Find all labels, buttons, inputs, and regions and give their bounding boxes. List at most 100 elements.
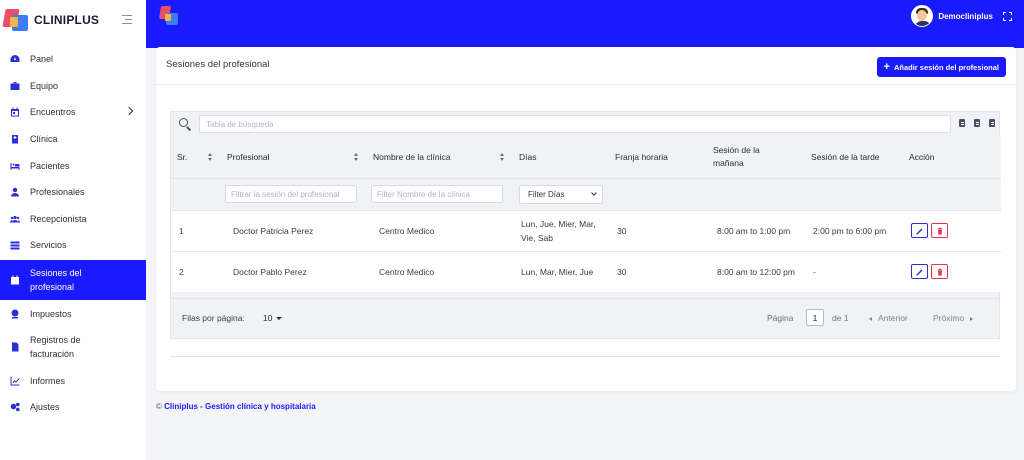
header-band xyxy=(146,34,1024,48)
delete-button[interactable] xyxy=(931,264,948,280)
sidebar-item-equipo[interactable]: Equipo xyxy=(0,73,146,100)
export-pdf-icon[interactable] xyxy=(974,119,980,127)
sort-icon[interactable] xyxy=(354,153,359,161)
chevron-down-icon xyxy=(591,189,597,196)
rows-per-page-select[interactable]: 10 xyxy=(263,313,283,323)
cell-clinic: Centro Medico xyxy=(367,209,513,251)
rows-per-page-label: Filas por página: xyxy=(182,313,245,323)
sidebar-item-impuestos[interactable]: Impuestos xyxy=(0,301,146,328)
plus-icon: + xyxy=(883,60,890,73)
page-count: de 1 xyxy=(832,313,849,323)
sidebar-item-ajustes[interactable]: Ajustes xyxy=(0,394,146,421)
next-page-button[interactable]: Próximo xyxy=(933,313,974,323)
users-icon xyxy=(10,214,20,224)
chart-line-icon xyxy=(10,376,20,386)
page-label: Página xyxy=(767,313,794,323)
filter-days-select[interactable]: Filter Días xyxy=(519,184,603,204)
card-header: Sesiones del profesional + Añadir sesión… xyxy=(156,47,1016,85)
sidebar-item-label: Informes xyxy=(30,375,66,386)
cell-morning: 8:00 am to 12:00 pm xyxy=(707,250,805,292)
sidebar-item-panel[interactable]: Panel xyxy=(0,46,146,73)
pencil-icon xyxy=(916,228,922,234)
calendar-session-icon xyxy=(10,275,20,285)
footer-link[interactable]: Cliniplus - Gestión clínica y hospitalar… xyxy=(164,402,316,411)
cell-professional: Doctor Pablo Perez xyxy=(221,250,367,292)
column-header-morning: Sesión de la mañana xyxy=(707,136,805,178)
sidebar-item-profesionales[interactable]: Profesionales xyxy=(0,179,146,206)
sidebar-item-sesiones[interactable]: Sesiones del profesional xyxy=(0,259,146,300)
column-header-action: Acción xyxy=(903,136,1001,178)
sidebar-item-facturacion[interactable]: Registros de facturación xyxy=(0,327,146,367)
add-session-button[interactable]: + Añadir sesión del profesional xyxy=(876,57,1006,77)
cell-sr: 1 xyxy=(171,209,221,251)
sidebar-item-label: Panel xyxy=(30,54,54,65)
brand[interactable]: CLINIPLUS xyxy=(0,0,146,40)
filter-professional-input[interactable] xyxy=(225,185,357,203)
fullscreen-icon[interactable] xyxy=(1003,11,1012,21)
column-header-evening: Sesión de la tarde xyxy=(805,136,903,178)
pencil-icon xyxy=(916,269,922,276)
data-table: Sr. Profesional Nombre de la clínica Día… xyxy=(171,136,1001,292)
chevron-right-icon xyxy=(124,106,134,116)
previous-page-button[interactable]: Anterior xyxy=(869,313,908,323)
delete-button[interactable] xyxy=(931,223,948,238)
cell-slot: 30 xyxy=(609,209,707,251)
trash-icon xyxy=(937,268,942,276)
briefcase-icon xyxy=(10,81,20,91)
sidebar-item-servicios[interactable]: Servicios xyxy=(0,232,146,259)
column-header-slot: Franja horaria xyxy=(609,136,707,178)
cliniplus-logo-icon[interactable] xyxy=(158,5,182,29)
username[interactable]: Democliniplus xyxy=(938,12,993,21)
main-card: Sesiones del profesional + Añadir sesión… xyxy=(156,47,1016,391)
sidebar-item-encuentros[interactable]: Encuentros xyxy=(0,99,146,126)
sidebar-nav: Panel Equipo Encuentros Clínica Paciente… xyxy=(0,46,146,421)
add-session-label: Añadir sesión del profesional xyxy=(893,62,999,72)
brand-name: CLINIPLUS xyxy=(34,13,100,27)
export-buttons xyxy=(959,119,995,127)
header-row: Sr. Profesional Nombre de la clínica Día… xyxy=(171,136,1001,178)
dashboard-icon xyxy=(10,54,20,64)
edit-button[interactable] xyxy=(911,264,928,280)
column-header-sr[interactable]: Sr. xyxy=(171,136,221,178)
sidebar-item-clinica[interactable]: Clínica xyxy=(0,126,146,153)
export-excel-icon[interactable] xyxy=(989,119,995,127)
search-input[interactable] xyxy=(199,115,951,133)
cell-action xyxy=(903,250,1001,292)
export-csv-icon[interactable] xyxy=(959,119,965,127)
cell-action xyxy=(903,209,1001,251)
page-number-input[interactable] xyxy=(806,309,824,326)
column-header-clinic[interactable]: Nombre de la clínica xyxy=(367,136,513,178)
search-icon xyxy=(179,118,192,131)
filter-clinic-input[interactable] xyxy=(371,185,503,203)
cell-professional: Doctor Patricia Perez xyxy=(221,209,367,251)
cell-sr: 2 xyxy=(171,250,221,292)
top-bar: Democliniplus xyxy=(146,0,1024,34)
gears-icon xyxy=(10,402,20,412)
cell-days: Lun, Mar, Mier, Jue xyxy=(513,250,609,292)
arrow-right-icon xyxy=(970,316,974,321)
sidebar-item-label: Profesionales xyxy=(30,187,85,198)
arrow-left-icon xyxy=(869,316,872,321)
edit-button[interactable] xyxy=(911,223,928,238)
column-header-professional[interactable]: Profesional xyxy=(221,136,367,178)
sidebar-item-informes[interactable]: Informes xyxy=(0,367,146,394)
invoice-icon xyxy=(10,342,20,352)
sidebar-item-label: Equipo xyxy=(30,80,59,91)
sort-icon[interactable] xyxy=(208,153,213,161)
avatar[interactable] xyxy=(911,5,934,27)
divider xyxy=(170,356,1000,357)
sidebar-item-label: Registros de facturación xyxy=(30,335,81,360)
search-row xyxy=(171,112,999,136)
caret-down-icon xyxy=(276,317,283,321)
sort-icon[interactable] xyxy=(500,153,505,161)
table-row: 2 Doctor Pablo Perez Centro Medico Lun, … xyxy=(171,250,1001,292)
sidebar-item-recepcionista[interactable]: Recepcionista xyxy=(0,206,146,233)
calendar-icon xyxy=(10,107,20,117)
sidebar-item-pacientes[interactable]: Pacientes xyxy=(0,152,146,179)
user-menu[interactable]: Democliniplus xyxy=(911,5,1012,27)
sidebar-item-label: Recepcionista xyxy=(30,213,87,224)
menu-toggle-icon[interactable] xyxy=(122,15,132,24)
patient-bed-icon xyxy=(10,161,20,171)
sidebar-item-label: Impuestos xyxy=(30,309,72,320)
page-title: Sesiones del profesional xyxy=(166,59,270,70)
